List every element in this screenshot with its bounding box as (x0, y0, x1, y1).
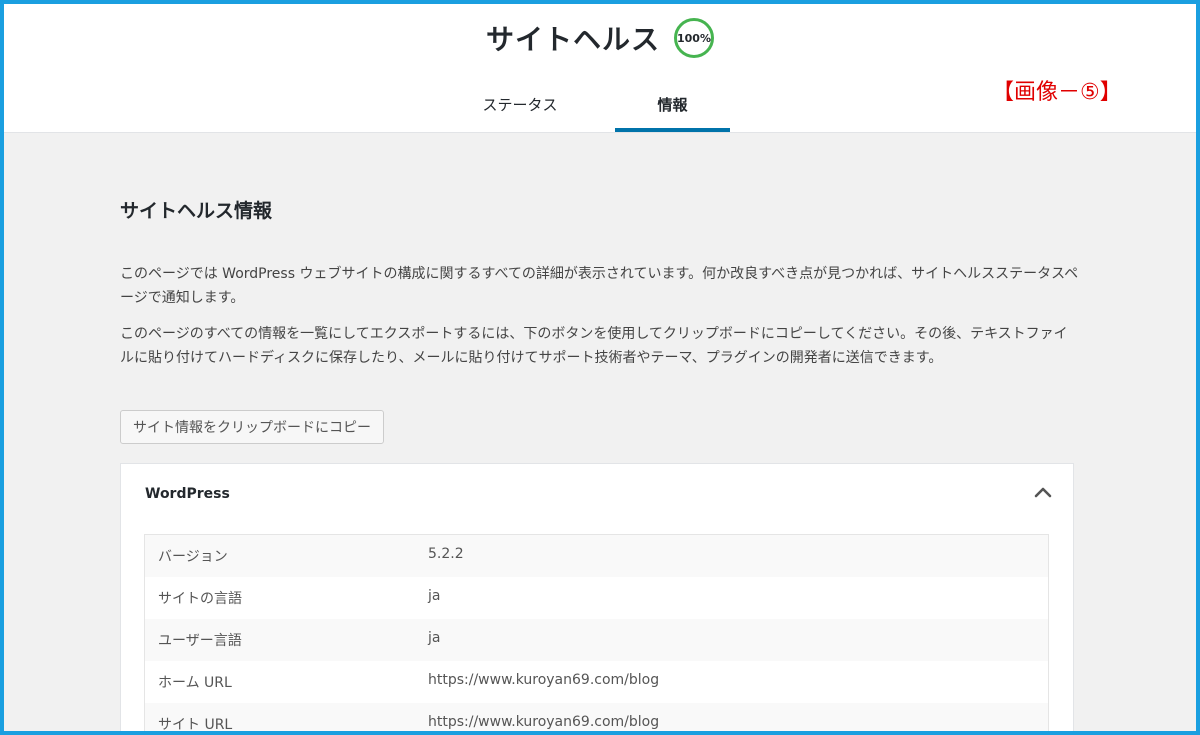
wordpress-info-panel: WordPress バージョン 5.2.2 サイトの言語 ja ユーザー言語 j… (120, 463, 1074, 733)
tab-info[interactable]: 情報 (615, 88, 730, 132)
table-row: ホーム URL https://www.kuroyan69.com/blog (145, 661, 1048, 703)
row-label: ユーザー言語 (158, 633, 242, 649)
section-title: サイトヘルス情報 (120, 200, 273, 222)
row-value: https://www.kuroyan69.com/blog (428, 714, 660, 730)
page-title: サイトヘルス (485, 23, 660, 56)
table-row: ユーザー言語 ja (145, 619, 1048, 661)
table-row: バージョン 5.2.2 (145, 535, 1048, 577)
title-row: サイトヘルス 100% (4, 18, 1196, 58)
row-label: サイトの言語 (158, 591, 242, 607)
row-value: https://www.kuroyan69.com/blog (428, 672, 660, 688)
row-label: バージョン (158, 549, 228, 565)
wordpress-info-table: バージョン 5.2.2 サイトの言語 ja ユーザー言語 ja ホーム URL … (144, 534, 1049, 733)
panel-title: WordPress (145, 486, 230, 502)
health-score-badge: 100% (674, 18, 714, 58)
chevron-up-icon[interactable] (1031, 480, 1055, 504)
table-row: サイトの言語 ja (145, 577, 1048, 619)
row-label: ホーム URL (158, 675, 232, 691)
image-annotation-label: 【画像－⑤】 (992, 80, 1122, 105)
table-row: サイト URL https://www.kuroyan69.com/blog (145, 703, 1048, 733)
wordpress-panel-toggle[interactable]: WordPress (121, 464, 1073, 522)
tab-status[interactable]: ステータス (462, 88, 578, 132)
description-paragraph: このページでは WordPress ウェブサイトの構成に関するすべての詳細が表示… (120, 266, 1079, 306)
row-value: ja (428, 588, 441, 604)
export-instructions-paragraph: このページのすべての情報を一覧にしてエクスポートするには、下のボタンを使用してク… (120, 326, 1068, 366)
row-value: 5.2.2 (428, 546, 464, 562)
row-label: サイト URL (158, 717, 233, 733)
copy-site-info-button[interactable]: サイト情報をクリップボードにコピー (120, 410, 384, 444)
row-value: ja (428, 630, 441, 646)
site-health-header: サイトヘルス 100% ステータス 情報 【画像－⑤】 (4, 4, 1196, 133)
screenshot-frame: サイトヘルス 100% ステータス 情報 【画像－⑤】 サイトヘルス情報 このペ… (0, 0, 1200, 735)
